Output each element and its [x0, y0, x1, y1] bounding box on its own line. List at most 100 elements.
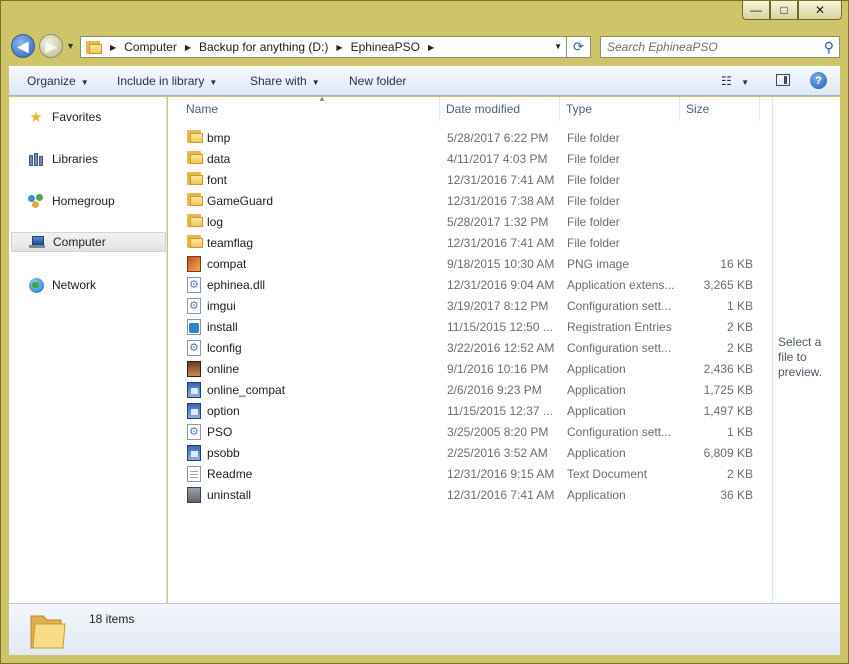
folder-icon [187, 235, 203, 251]
star-icon: ★ [29, 108, 43, 126]
breadcrumb-item[interactable]: EphineaPSO [351, 40, 420, 54]
help-button[interactable]: ? [810, 72, 827, 89]
file-row[interactable]: ephinea.dll 12/31/2016 9:04 AM Application… [168, 275, 772, 296]
sidebar-item-label: Homegroup [52, 194, 115, 208]
homegroup-icon [27, 193, 45, 209]
sidebar-item-libraries[interactable]: Libraries [11, 149, 166, 169]
file-type: File folder [567, 173, 620, 187]
breadcrumb-separator-icon[interactable]: ▶ [428, 43, 434, 52]
sidebar-item-network[interactable]: Network [11, 275, 166, 295]
file-name: GameGuard [207, 194, 274, 208]
file-date: 12/31/2016 7:41 AM [447, 488, 555, 502]
sidebar-item-homegroup[interactable]: Homegroup [11, 191, 166, 211]
file-row[interactable]: Readme 12/31/2016 9:15 AM Text Document 2 K… [168, 464, 772, 485]
sidebar-item-favorites[interactable]: ★ Favorites [11, 107, 166, 127]
file-row[interactable]: lconfig 3/22/2016 12:52 AM Configuration s… [168, 338, 772, 359]
folder-icon [187, 214, 203, 230]
file-list: Name ▲ Date modified Type Size bmp 5/28/20… [168, 94, 772, 603]
column-header-type[interactable]: Type [560, 97, 680, 121]
file-row[interactable]: psobb 2/25/2016 3:52 AM Application 6,809 K… [168, 443, 772, 464]
share-with-menu[interactable]: Share with ▼ [250, 74, 320, 88]
preview-placeholder: Select a file to preview. [778, 335, 823, 379]
file-row[interactable]: install 11/15/2015 12:50 ... Registration … [168, 317, 772, 338]
minimize-button[interactable]: — [742, 1, 770, 20]
breadcrumb-separator-icon[interactable]: ▶ [336, 43, 342, 52]
file-date: 5/28/2017 6:22 PM [447, 131, 549, 145]
file-type: File folder [567, 152, 620, 166]
file-date: 12/31/2016 9:04 AM [447, 278, 555, 292]
file-row[interactable]: font 12/31/2016 7:41 AM File folder [168, 170, 772, 191]
file-date: 3/22/2016 12:52 AM [447, 341, 555, 355]
file-date: 4/11/2017 4:03 PM [447, 152, 548, 166]
file-row[interactable]: log 5/28/2017 1:32 PM File folder [168, 212, 772, 233]
file-type: Application [567, 488, 626, 502]
sidebar-item-label: Favorites [52, 110, 102, 124]
file-row[interactable]: uninstall 12/31/2016 7:41 AM Application 36… [168, 485, 772, 506]
new-folder-button[interactable]: New folder [349, 74, 406, 88]
file-row[interactable]: bmp 5/28/2017 6:22 PM File folder [168, 128, 772, 149]
caption-buttons: — □ ✕ [742, 1, 842, 21]
file-row[interactable]: data 4/11/2017 4:03 PM File folder [168, 149, 772, 170]
file-row[interactable]: online 9/1/2016 10:16 PM Application 2,436 … [168, 359, 772, 380]
file-size: 1 KB [726, 425, 753, 439]
column-header-date[interactable]: Date modified [440, 97, 560, 121]
folder-icon [86, 40, 102, 54]
refresh-button[interactable]: ⟳ [567, 36, 591, 58]
address-bar[interactable]: ▶ Computer ▶ Backup for anything (D:) ▶ Ephin… [80, 36, 567, 58]
organize-menu[interactable]: Organize ▼ [27, 74, 89, 88]
folder-icon [187, 130, 203, 146]
file-row[interactable]: teamflag 12/31/2016 7:41 AM File folder [168, 233, 772, 254]
file-name: ephinea.dll [207, 278, 266, 292]
file-size: 2,436 KB [703, 362, 753, 376]
application-icon [187, 361, 203, 377]
file-date: 9/1/2016 10:16 PM [447, 362, 549, 376]
application-icon [187, 445, 203, 461]
search-icon[interactable]: ⚲ [824, 39, 834, 56]
file-date: 11/15/2015 12:50 ... [447, 320, 553, 334]
breadcrumb: ▶ Computer ▶ Backup for anything (D:) ▶ Ephin… [102, 37, 442, 57]
organize-label: Organize [27, 74, 76, 88]
forward-button[interactable]: ▶ [39, 34, 63, 58]
sidebar-item-computer[interactable]: Computer [11, 232, 166, 252]
search-box[interactable]: ⚲ [600, 36, 840, 58]
file-size: 6,809 KB [703, 446, 753, 460]
breadcrumb-separator-icon[interactable]: ▶ [185, 43, 191, 52]
view-list-icon: ☷ [721, 74, 732, 88]
breadcrumb-separator-icon[interactable]: ▶ [110, 43, 116, 52]
include-in-library-menu[interactable]: Include in library ▼ [117, 74, 217, 88]
file-date: 3/19/2017 8:12 PM [447, 299, 549, 313]
file-row[interactable]: PSO 3/25/2005 8:20 PM Configuration sett..… [168, 422, 772, 443]
file-name: PSO [207, 425, 233, 439]
maximize-button[interactable]: □ [770, 1, 798, 20]
file-type: Application [567, 446, 626, 460]
recent-pages-dropdown[interactable]: ▼ [66, 41, 75, 51]
column-header-size[interactable]: Size [680, 97, 760, 121]
file-name: font [207, 173, 228, 187]
file-type: Text Document [567, 467, 648, 481]
file-row[interactable]: GameGuard 12/31/2016 7:38 AM File folder [168, 191, 772, 212]
file-date: 9/18/2015 10:30 AM [447, 257, 555, 271]
breadcrumb-item[interactable]: Backup for anything (D:) [199, 40, 328, 54]
preview-pane-button[interactable] [776, 74, 790, 86]
chevron-down-icon: ▼ [209, 78, 218, 87]
breadcrumb-item[interactable]: Computer [124, 40, 177, 54]
column-header-name[interactable]: Name ▲ [180, 94, 440, 121]
file-row[interactable]: compat 9/18/2015 10:30 AM PNG image 16 KB [168, 254, 772, 275]
change-view-button[interactable]: ☷ ▼ [721, 74, 749, 88]
search-input[interactable] [607, 39, 807, 55]
sidebar-item-label: Libraries [52, 152, 99, 166]
close-button[interactable]: ✕ [798, 1, 842, 20]
file-row[interactable]: online_compat 2/6/2016 9:23 PM Application… [168, 380, 772, 401]
registry-file-icon [187, 319, 203, 335]
file-date: 12/31/2016 7:38 AM [447, 194, 555, 208]
back-button[interactable]: ◀ [11, 34, 35, 58]
file-size: 1,725 KB [703, 383, 753, 397]
file-size: 3,265 KB [703, 278, 753, 292]
file-size: 2 KB [726, 467, 753, 481]
file-row[interactable]: imgui 3/19/2017 8:12 PM Configuration sett… [168, 296, 772, 317]
file-row[interactable]: option 11/15/2015 12:37 ... Application 1,4… [168, 401, 772, 422]
file-size: 2 KB [726, 320, 753, 334]
file-type: Configuration sett... [567, 299, 672, 313]
address-dropdown-icon[interactable]: ▼ [554, 42, 562, 51]
sort-ascending-icon: ▲ [318, 94, 326, 103]
